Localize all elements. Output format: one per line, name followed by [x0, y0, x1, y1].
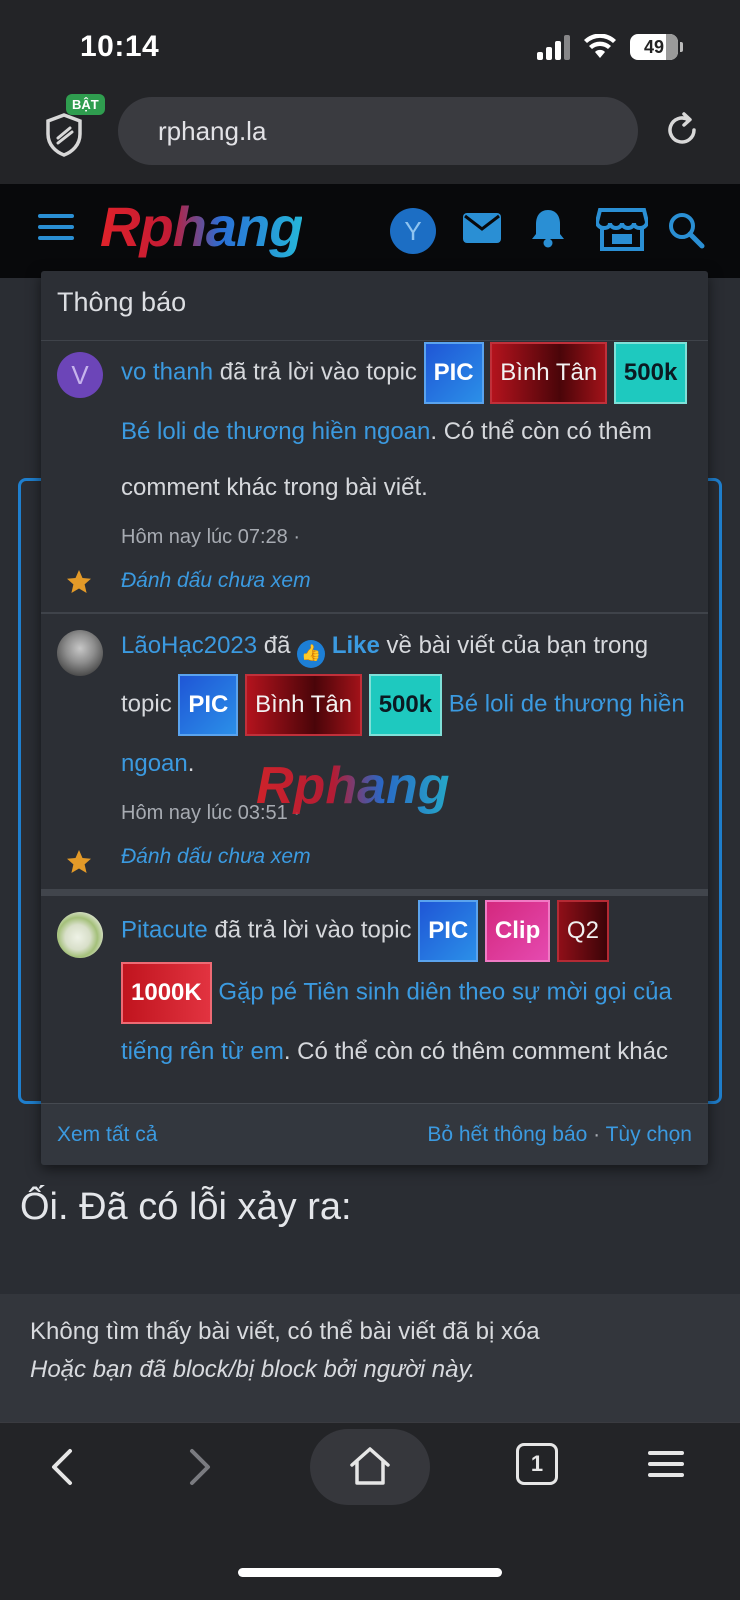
tag-price[interactable]: 500k	[613, 342, 688, 404]
home-icon	[350, 1447, 390, 1485]
avatar[interactable]	[57, 912, 103, 958]
forward-icon[interactable]	[186, 1447, 214, 1487]
notification-panel: Thông báo V vo thanh đã trả lời vào topi…	[41, 271, 708, 1165]
tag-location[interactable]: Q2	[556, 900, 609, 962]
bell-icon[interactable]	[530, 208, 566, 248]
avatar[interactable]	[57, 630, 103, 676]
error-message-box: Không tìm thấy bài viết, có thể bài viết…	[0, 1294, 740, 1426]
user-avatar[interactable]: Y	[390, 208, 436, 254]
menu-icon[interactable]	[38, 214, 74, 244]
star-icon	[67, 570, 91, 593]
tag-price[interactable]: 500k	[368, 674, 443, 736]
tag-clip[interactable]: Clip	[484, 900, 551, 962]
notification-panel-title: Thông báo	[41, 271, 708, 341]
store-icon[interactable]	[596, 206, 648, 252]
tabs-button[interactable]: 1	[516, 1443, 558, 1485]
action-text: đã trả lời vào topic	[219, 358, 417, 386]
mark-unread-link[interactable]: Đánh dấu chưa xem	[121, 566, 692, 616]
browser-address-bar: BẬT rphang.la	[0, 92, 740, 184]
search-icon[interactable]	[666, 210, 706, 250]
tag-location[interactable]: Bình Tân	[490, 342, 608, 404]
star-icon	[67, 850, 91, 873]
notification-item[interactable]: Pitacute đã trả lời vào topic PIC Clip Q…	[41, 896, 708, 1076]
notification-text: LãoHạc2023 đã 👍 Like về bài viết của bạn…	[121, 614, 692, 792]
notification-footer: Xem tất cả Bỏ hết thông báo · Tùy chọn	[41, 1103, 708, 1165]
error-detail: Hoặc bạn đã block/bị block bởi người này…	[30, 1356, 476, 1383]
notification-list[interactable]: V vo thanh đã trả lời vào topic PIC Bình…	[41, 342, 708, 1076]
tag-pic[interactable]: PIC	[178, 674, 239, 736]
footer-separator: ·	[587, 1122, 606, 1146]
shield-status-badge: BẬT	[66, 94, 105, 115]
tag-location[interactable]: Bình Tân	[245, 674, 363, 736]
site-logo[interactable]: Rphang	[100, 194, 303, 259]
notification-suffix: .	[187, 750, 195, 777]
notification-time: Hôm nay lúc 07:28 ·	[121, 526, 300, 548]
wifi-icon	[584, 34, 616, 58]
user-link[interactable]: LãoHạc2023	[121, 632, 257, 659]
error-title: Ối. Đã có lỗi xảy ra:	[20, 1186, 352, 1228]
notification-item[interactable]: LãoHạc2023 đã 👍 Like về bài viết của bạn…	[41, 614, 708, 896]
user-link[interactable]: Pitacute	[121, 916, 208, 943]
options-link[interactable]: Tùy chọn	[606, 1123, 692, 1146]
battery-level: 49	[643, 36, 665, 57]
see-all-link[interactable]: Xem tất cả	[57, 1123, 157, 1147]
status-bar: 10:14 49	[0, 0, 740, 92]
shield-icon[interactable]	[44, 112, 84, 158]
action-text: đã	[263, 632, 291, 659]
tag-price[interactable]: 1000K	[121, 962, 212, 1024]
footer-actions: Bỏ hết thông báo · Tùy chọn	[427, 1123, 692, 1147]
notification-text: vo thanh đã trả lời vào topic PIC Bình T…	[121, 342, 692, 516]
battery-icon: 49	[630, 34, 683, 60]
tag-pic[interactable]: PIC	[418, 900, 479, 962]
status-icons: 49	[537, 34, 683, 60]
topic-link[interactable]: Bé loli de thương hiền ngoan	[121, 418, 430, 445]
error-message: Không tìm thấy bài viết, có thể bài viết…	[30, 1318, 540, 1345]
menu-icon[interactable]	[648, 1449, 684, 1479]
action-text: đã trả lời vào topic	[214, 916, 412, 944]
notification-item[interactable]: V vo thanh đã trả lời vào topic PIC Bình…	[41, 342, 708, 614]
avatar[interactable]: V	[57, 352, 103, 398]
back-icon[interactable]	[48, 1447, 76, 1487]
like-icon: 👍	[297, 640, 326, 668]
url-field[interactable]: rphang.la	[118, 97, 638, 165]
home-indicator	[238, 1568, 502, 1577]
reload-icon[interactable]	[662, 110, 702, 150]
dismiss-all-link[interactable]: Bỏ hết thông báo	[427, 1123, 587, 1146]
notification-time: Hôm nay lúc 03:51 ·	[121, 802, 300, 824]
home-button[interactable]	[310, 1429, 430, 1505]
tag-pic[interactable]: PIC	[423, 342, 484, 404]
mail-icon[interactable]	[462, 212, 502, 244]
user-link[interactable]: vo thanh	[121, 358, 213, 385]
notification-text: Pitacute đã trả lời vào topic PIC Clip Q…	[121, 896, 692, 1076]
mark-unread-link[interactable]: Đánh dấu chưa xem	[121, 842, 692, 892]
cellular-signal-icon	[537, 34, 570, 60]
status-time: 10:14	[80, 30, 160, 63]
like-label: Like	[331, 632, 380, 659]
site-header: Rphang Y	[0, 184, 740, 278]
